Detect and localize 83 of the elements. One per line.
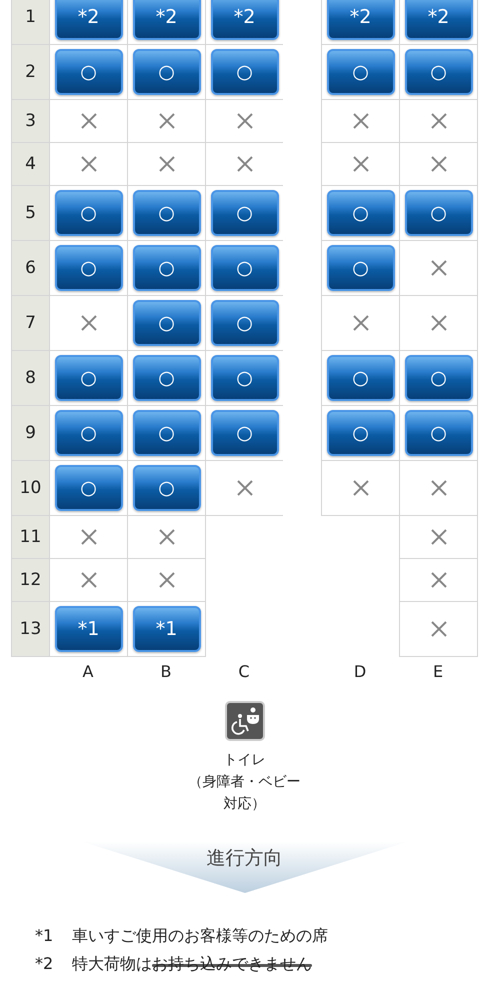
seat-button[interactable]: ○ xyxy=(54,465,122,511)
seat-button[interactable]: ○ xyxy=(54,49,122,95)
cross-icon xyxy=(80,155,98,173)
row-number: 7 xyxy=(11,295,50,351)
cross-icon xyxy=(80,112,98,130)
seat-button[interactable]: ○ xyxy=(54,355,122,401)
seat-button[interactable]: ○ xyxy=(132,465,200,511)
seat-button[interactable]: *2 xyxy=(54,0,122,40)
seat-button[interactable]: *2 xyxy=(210,0,278,40)
seat-button[interactable]: ○ xyxy=(132,245,200,291)
seat-button[interactable]: ○ xyxy=(326,190,394,236)
direction-label: 進行方向 xyxy=(206,846,282,871)
seat-button[interactable]: ○ xyxy=(132,300,200,346)
seat-button[interactable]: ○ xyxy=(404,410,472,456)
row-number: 3 xyxy=(11,99,50,143)
seat-button[interactable]: ○ xyxy=(404,355,472,401)
row-number: 10 xyxy=(11,460,50,516)
column-label: D xyxy=(354,662,366,681)
cross-icon xyxy=(430,259,448,277)
seat-button[interactable]: ○ xyxy=(54,190,122,236)
cross-icon xyxy=(158,528,176,546)
seat-button[interactable]: *1 xyxy=(54,606,122,652)
seat-button[interactable]: *1 xyxy=(132,606,200,652)
seat-button[interactable]: *2 xyxy=(326,0,394,40)
cross-icon xyxy=(352,155,370,173)
cross-icon xyxy=(80,571,98,589)
row-number: 5 xyxy=(11,185,50,241)
cross-icon xyxy=(430,479,448,497)
cross-icon xyxy=(352,479,370,497)
seat-button[interactable]: ○ xyxy=(132,49,200,95)
row-number: 4 xyxy=(11,142,50,186)
cross-icon xyxy=(236,112,254,130)
cross-icon xyxy=(352,112,370,130)
cross-icon xyxy=(430,571,448,589)
row-number: 12 xyxy=(11,558,50,602)
seat-button[interactable]: ○ xyxy=(210,300,278,346)
seat-button[interactable]: ○ xyxy=(132,410,200,456)
cross-icon xyxy=(352,314,370,332)
seat-button[interactable]: ○ xyxy=(210,190,278,236)
note-mark: *2 xyxy=(35,953,54,975)
seat-button[interactable]: ○ xyxy=(210,245,278,291)
column-label: B xyxy=(160,662,172,681)
note-mark: *1 xyxy=(35,925,54,947)
seat-button[interactable]: ○ xyxy=(404,49,472,95)
row-number: 8 xyxy=(11,350,50,406)
column-label: E xyxy=(432,662,444,681)
column-label: A xyxy=(82,662,94,681)
cross-icon xyxy=(158,112,176,130)
seat-button[interactable]: ○ xyxy=(54,245,122,291)
row-number: 2 xyxy=(11,44,50,100)
cross-icon xyxy=(80,314,98,332)
cross-icon xyxy=(158,155,176,173)
toilet-label: トイレ （身障者・ベビー 対応） xyxy=(188,751,300,814)
cross-icon xyxy=(430,112,448,130)
seat-button[interactable]: ○ xyxy=(210,49,278,95)
seat-button[interactable]: ○ xyxy=(132,190,200,236)
cross-icon xyxy=(236,155,254,173)
cross-icon xyxy=(430,620,448,638)
seat-button[interactable]: ○ xyxy=(326,410,394,456)
cross-icon xyxy=(430,155,448,173)
seat-button[interactable]: *2 xyxy=(404,0,472,40)
note-text: 車いすご使用のお客様等のための席 xyxy=(72,925,328,947)
seat-button[interactable]: ○ xyxy=(326,49,394,95)
cross-icon xyxy=(236,479,254,497)
seat-button[interactable]: ○ xyxy=(326,355,394,401)
row-number: 9 xyxy=(11,405,50,461)
accessible-toilet-icon xyxy=(224,701,264,741)
column-label: C xyxy=(238,662,250,681)
row-number: 1 xyxy=(11,0,50,45)
seat-button[interactable]: ○ xyxy=(326,245,394,291)
seat-button[interactable]: ○ xyxy=(210,355,278,401)
row-number: 11 xyxy=(11,515,50,559)
seat-button[interactable]: ○ xyxy=(54,410,122,456)
cross-icon xyxy=(158,571,176,589)
seat-button[interactable]: *2 xyxy=(132,0,200,40)
row-number: 6 xyxy=(11,240,50,296)
seat-button[interactable]: ○ xyxy=(210,410,278,456)
seat-button[interactable]: ○ xyxy=(404,190,472,236)
cross-icon xyxy=(80,528,98,546)
cross-icon xyxy=(430,528,448,546)
row-number: 13 xyxy=(11,601,50,657)
seat-button[interactable]: ○ xyxy=(132,355,200,401)
cross-icon xyxy=(430,314,448,332)
